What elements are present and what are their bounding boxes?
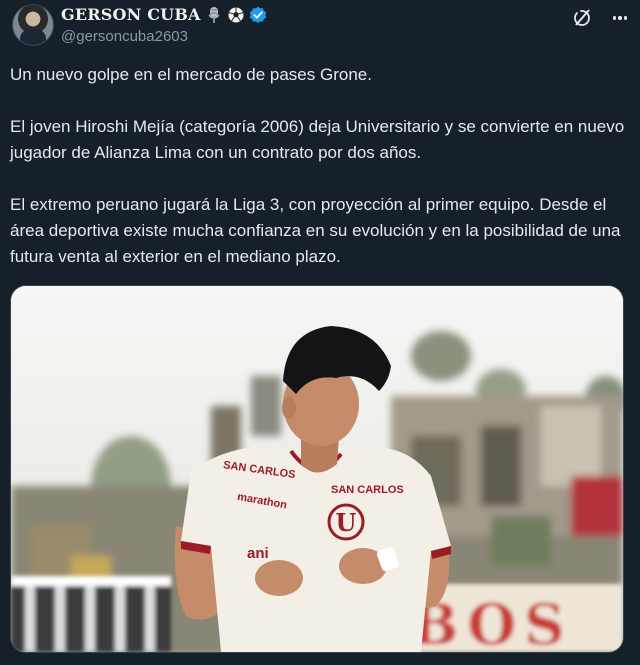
name-row: GERSON CUBA: [61, 5, 267, 24]
microphone-icon: [205, 6, 223, 24]
x-logo-icon[interactable]: [570, 6, 594, 30]
tweet-paragraph: El joven Hiroshi Mejía (categoría 2006) …: [10, 117, 625, 162]
avatar[interactable]: [12, 4, 54, 46]
tweet-header: GERSON CUBA @gersoncuba2603: [12, 4, 628, 50]
display-name[interactable]: GERSON CUBA: [61, 5, 201, 24]
soccer-ball-icon: [227, 6, 245, 24]
tweet-text: Un nuevo golpe en el mercado de pases Gr…: [10, 62, 630, 296]
tweet-media-photo[interactable]: BOS U SAN CARLOS SAN CARLOS marathon ani: [10, 285, 624, 653]
jersey-sponsor-text: ani: [247, 545, 269, 562]
user-handle[interactable]: @gersoncuba2603: [61, 28, 188, 45]
tweet-paragraph: El extremo peruano jugará la Liga 3, con…: [10, 195, 621, 266]
more-options-icon[interactable]: [608, 6, 632, 30]
tweet-paragraph: Un nuevo golpe en el mercado de pases Gr…: [10, 65, 372, 84]
jersey-crest: U: [336, 508, 357, 537]
player-photo: BOS U SAN CARLOS SAN CARLOS marathon ani: [11, 286, 623, 652]
verified-badge-icon: [249, 6, 267, 24]
jersey-sponsor-text: SAN CARLOS: [331, 484, 404, 496]
